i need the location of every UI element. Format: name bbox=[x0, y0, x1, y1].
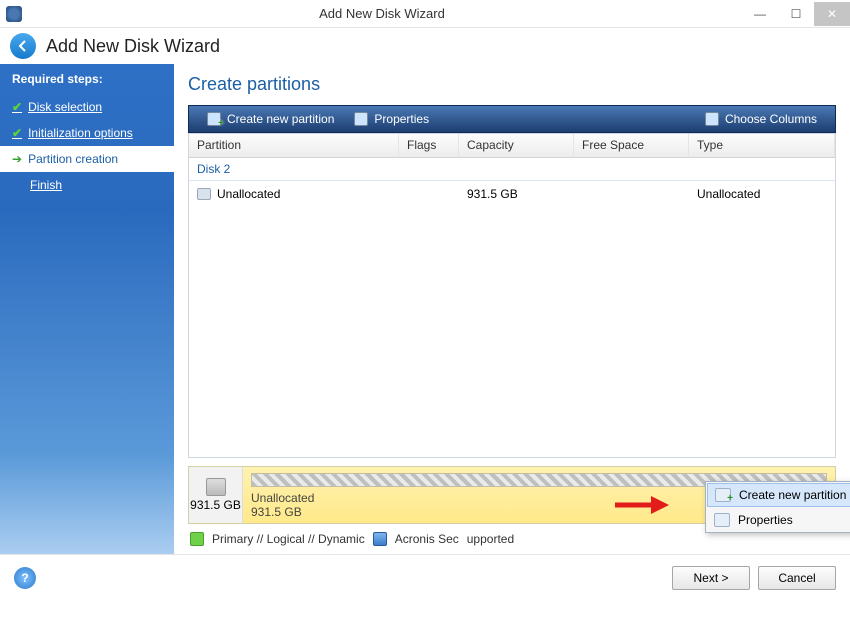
steps-sidebar: Required steps: ✔ Disk selection ✔ Initi… bbox=[0, 64, 174, 554]
ctx-label: Create new partition bbox=[739, 488, 846, 502]
step-label: Disk selection bbox=[28, 100, 102, 114]
cancel-button[interactable]: Cancel bbox=[758, 566, 836, 590]
col-freespace[interactable]: Free Space bbox=[574, 134, 689, 157]
disk-total-size: 931.5 GB bbox=[190, 498, 241, 512]
step-disk-selection[interactable]: ✔ Disk selection bbox=[0, 94, 174, 120]
back-button[interactable] bbox=[10, 33, 36, 59]
app-icon bbox=[6, 6, 22, 22]
cell-partition: Unallocated bbox=[217, 187, 280, 201]
legend-supported: upported bbox=[467, 532, 514, 546]
cell-type: Unallocated bbox=[697, 187, 827, 201]
table-row[interactable]: Unallocated 931.5 GB Unallocated bbox=[189, 181, 835, 207]
check-icon: ✔ bbox=[12, 126, 22, 140]
step-initialization-options[interactable]: ✔ Initialization options bbox=[0, 120, 174, 146]
partition-icon bbox=[197, 188, 211, 200]
maximize-button[interactable]: ☐ bbox=[778, 2, 814, 26]
button-label: Cancel bbox=[778, 571, 815, 585]
check-icon: ✔ bbox=[12, 100, 22, 114]
col-partition[interactable]: Partition bbox=[189, 134, 399, 157]
window-title: Add New Disk Wizard bbox=[22, 6, 742, 21]
page-title: Create partitions bbox=[188, 74, 836, 95]
col-flags[interactable]: Flags bbox=[399, 134, 459, 157]
partition-toolbar: Create new partition Properties Choose C… bbox=[188, 105, 836, 133]
properties-button[interactable]: Properties bbox=[344, 106, 439, 132]
button-label: Properties bbox=[374, 112, 429, 126]
table-header: Partition Flags Capacity Free Space Type bbox=[189, 134, 835, 158]
wizard-header: Add New Disk Wizard bbox=[0, 28, 850, 64]
disk-map-region[interactable]: Unallocated 931.5 GB Create new partitio… bbox=[243, 467, 835, 523]
disk-group[interactable]: Disk 2 bbox=[189, 158, 835, 181]
button-label: Next > bbox=[693, 571, 728, 585]
arrow-left-icon bbox=[16, 39, 30, 53]
columns-icon bbox=[705, 112, 719, 126]
col-capacity[interactable]: Capacity bbox=[459, 134, 574, 157]
col-type[interactable]: Type bbox=[689, 134, 835, 157]
properties-icon bbox=[354, 112, 368, 126]
next-button[interactable]: Next > bbox=[672, 566, 750, 590]
minimize-button[interactable]: — bbox=[742, 2, 778, 26]
footer: ? Next > Cancel bbox=[0, 554, 850, 600]
disk-map[interactable]: 931.5 GB Unallocated 931.5 GB Create new… bbox=[188, 466, 836, 524]
wizard-title: Add New Disk Wizard bbox=[46, 36, 220, 57]
legend-pld: Primary // Logical // Dynamic bbox=[212, 532, 365, 546]
ctx-create-partition[interactable]: Create new partition bbox=[707, 483, 850, 507]
create-partition-button[interactable]: Create new partition bbox=[197, 106, 344, 132]
button-label: Create new partition bbox=[227, 112, 334, 126]
choose-columns-button[interactable]: Choose Columns bbox=[695, 106, 827, 132]
step-finish[interactable]: Finish bbox=[0, 172, 174, 198]
step-partition-creation[interactable]: ➔ Partition creation bbox=[0, 146, 174, 172]
ctx-properties[interactable]: Properties bbox=[706, 508, 850, 532]
help-button[interactable]: ? bbox=[14, 567, 36, 589]
step-label: Initialization options bbox=[28, 126, 133, 140]
title-bar: Add New Disk Wizard — ☐ ✕ bbox=[0, 0, 850, 28]
arrow-right-icon: ➔ bbox=[12, 152, 22, 166]
hdd-icon bbox=[206, 478, 226, 496]
disk-map-header: 931.5 GB bbox=[189, 467, 243, 523]
content-area: Create partitions Create new partition P… bbox=[174, 64, 850, 554]
legend-swatch-acronis bbox=[373, 532, 387, 546]
step-label: Finish bbox=[30, 178, 62, 192]
context-menu: Create new partition Properties bbox=[705, 481, 850, 533]
sidebar-heading: Required steps: bbox=[0, 64, 174, 94]
legend-swatch-primary bbox=[190, 532, 204, 546]
partition-add-icon bbox=[715, 488, 731, 502]
button-label: Choose Columns bbox=[725, 112, 817, 126]
cell-capacity: 931.5 GB bbox=[467, 187, 582, 201]
close-button[interactable]: ✕ bbox=[814, 2, 850, 26]
partition-table: Partition Flags Capacity Free Space Type… bbox=[188, 133, 836, 458]
partition-add-icon bbox=[207, 112, 221, 126]
legend-acronis: Acronis Sec bbox=[395, 532, 459, 546]
step-label: Partition creation bbox=[28, 152, 118, 166]
properties-icon bbox=[714, 513, 730, 527]
ctx-label: Properties bbox=[738, 513, 793, 527]
